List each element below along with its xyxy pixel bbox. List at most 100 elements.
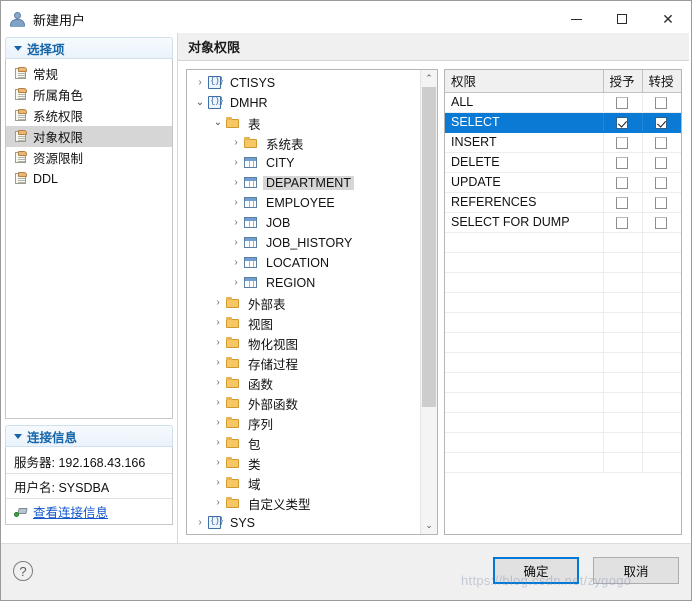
permission-grant-cell[interactable] <box>603 112 643 133</box>
tree-node-3[interactable]: › 系统表 <box>187 133 420 153</box>
grantable-checkbox[interactable] <box>655 136 667 149</box>
permission-row-4[interactable]: UPDATE <box>445 172 681 193</box>
grant-checkbox[interactable] <box>616 196 628 209</box>
grant-checkbox[interactable] <box>616 136 628 149</box>
chevron-right-icon[interactable]: › <box>211 398 225 408</box>
permissions-table-container[interactable]: 权限 授予 转授 ALL SELECT INSERT DELETE UPDATE REFE… <box>444 69 682 535</box>
chevron-right-icon[interactable]: › <box>211 378 225 388</box>
chevron-right-icon[interactable]: › <box>229 278 243 288</box>
object-tree-scrollbar[interactable]: ⌃ ⌄ <box>420 70 437 534</box>
tree-node-21[interactable]: › 自定义类型 <box>187 493 420 513</box>
chevron-right-icon[interactable]: › <box>211 418 225 428</box>
permission-grant-cell[interactable] <box>603 92 643 113</box>
tree-node-13[interactable]: › 物化视图 <box>187 333 420 353</box>
chevron-right-icon[interactable]: › <box>229 218 243 228</box>
tree-node-17[interactable]: › 序列 <box>187 413 420 433</box>
permission-grant-cell[interactable] <box>603 172 643 193</box>
tree-node-8[interactable]: › JOB_HISTORY <box>187 233 420 253</box>
scroll-down-icon[interactable]: ⌄ <box>421 517 437 534</box>
chevron-right-icon[interactable]: › <box>193 78 207 88</box>
chevron-right-icon[interactable]: › <box>211 458 225 468</box>
sidebar-item-0[interactable]: 常规 <box>6 63 172 84</box>
column-header-grant[interactable]: 授予 <box>603 70 643 93</box>
tree-node-10[interactable]: › REGION <box>187 273 420 293</box>
grant-checkbox[interactable] <box>616 96 628 109</box>
tree-node-15[interactable]: › 函数 <box>187 373 420 393</box>
permission-grantable-cell[interactable] <box>642 112 681 133</box>
permission-grant-cell[interactable] <box>603 212 643 233</box>
sidebar-group-header-connection[interactable]: 连接信息 <box>5 425 173 447</box>
chevron-right-icon[interactable]: › <box>229 178 243 188</box>
tree-node-2[interactable]: ⌄ 表 <box>187 113 420 133</box>
column-header-grantable[interactable]: 转授 <box>642 70 681 93</box>
tree-node-20[interactable]: › 域 <box>187 473 420 493</box>
grant-checkbox[interactable] <box>616 156 628 169</box>
permission-row-2[interactable]: INSERT <box>445 132 681 153</box>
sidebar-item-2[interactable]: 系统权限 <box>6 105 172 126</box>
tree-node-1[interactable]: ⌄ DMHR <box>187 93 420 113</box>
sidebar-item-5[interactable]: DDL <box>6 168 172 189</box>
chevron-down-icon[interactable]: ⌄ <box>211 118 225 128</box>
column-header-permission[interactable]: 权限 <box>445 70 604 93</box>
grantable-checkbox[interactable] <box>655 176 667 189</box>
chevron-right-icon[interactable]: › <box>229 238 243 248</box>
tree-node-11[interactable]: › 外部表 <box>187 293 420 313</box>
permission-row-1[interactable]: SELECT <box>445 112 681 133</box>
grantable-checkbox[interactable] <box>655 196 667 209</box>
close-button[interactable]: ✕ <box>645 2 691 37</box>
minimize-button[interactable] <box>553 2 599 37</box>
chevron-down-icon[interactable]: ⌄ <box>193 98 207 108</box>
grantable-checkbox[interactable] <box>655 116 667 129</box>
chevron-right-icon[interactable]: › <box>211 338 225 348</box>
permission-row-5[interactable]: REFERENCES <box>445 192 681 213</box>
chevron-right-icon[interactable]: › <box>193 518 207 528</box>
tree-node-22[interactable]: › SYS <box>187 513 420 533</box>
chevron-right-icon[interactable]: › <box>229 258 243 268</box>
permission-grantable-cell[interactable] <box>642 132 681 153</box>
scroll-up-icon[interactable]: ⌃ <box>421 70 437 87</box>
object-tree[interactable]: ›CTISYS⌄DMHR⌄表›系统表›CITY›DEPARTMENT›EMPLO… <box>186 69 438 535</box>
tree-node-9[interactable]: › LOCATION <box>187 253 420 273</box>
tree-node-16[interactable]: › 外部函数 <box>187 393 420 413</box>
tree-node-18[interactable]: › 包 <box>187 433 420 453</box>
sidebar-item-1[interactable]: 所属角色 <box>6 84 172 105</box>
permission-grantable-cell[interactable] <box>642 212 681 233</box>
tree-node-14[interactable]: › 存储过程 <box>187 353 420 373</box>
chevron-right-icon[interactable]: › <box>229 138 243 148</box>
chevron-right-icon[interactable]: › <box>229 158 243 168</box>
view-connection-info-link[interactable]: 查看连接信息 <box>33 502 108 521</box>
grant-checkbox[interactable] <box>616 176 628 189</box>
chevron-right-icon[interactable]: › <box>211 438 225 448</box>
grantable-checkbox[interactable] <box>655 156 667 169</box>
chevron-right-icon[interactable]: › <box>229 198 243 208</box>
sidebar-item-3[interactable]: 对象权限 <box>6 126 172 147</box>
grantable-checkbox[interactable] <box>655 96 667 109</box>
help-icon[interactable]: ? <box>13 561 33 581</box>
chevron-right-icon[interactable]: › <box>211 478 225 488</box>
permission-grantable-cell[interactable] <box>642 172 681 193</box>
view-connection-info-row[interactable]: 查看连接信息 <box>6 499 172 524</box>
permission-grantable-cell[interactable] <box>642 192 681 213</box>
tree-node-19[interactable]: › 类 <box>187 453 420 473</box>
tree-node-7[interactable]: › JOB <box>187 213 420 233</box>
grant-checkbox[interactable] <box>616 116 628 129</box>
chevron-right-icon[interactable]: › <box>211 298 225 308</box>
maximize-button[interactable] <box>599 2 645 37</box>
grantable-checkbox[interactable] <box>655 216 667 229</box>
permission-grantable-cell[interactable] <box>642 92 681 113</box>
permission-row-6[interactable]: SELECT FOR DUMP <box>445 212 681 233</box>
tree-node-12[interactable]: › 视图 <box>187 313 420 333</box>
tree-node-6[interactable]: › EMPLOYEE <box>187 193 420 213</box>
sidebar-item-4[interactable]: 资源限制 <box>6 147 172 168</box>
grant-checkbox[interactable] <box>616 216 628 229</box>
chevron-right-icon[interactable]: › <box>211 498 225 508</box>
permission-grant-cell[interactable] <box>603 152 643 173</box>
chevron-right-icon[interactable]: › <box>211 358 225 368</box>
chevron-right-icon[interactable]: › <box>211 318 225 328</box>
sidebar-group-header-selection[interactable]: 选择项 <box>5 37 173 59</box>
scrollbar-thumb[interactable] <box>422 87 436 407</box>
permission-row-3[interactable]: DELETE <box>445 152 681 173</box>
tree-node-5[interactable]: › DEPARTMENT <box>187 173 420 193</box>
permission-grant-cell[interactable] <box>603 192 643 213</box>
permission-row-0[interactable]: ALL <box>445 92 681 113</box>
